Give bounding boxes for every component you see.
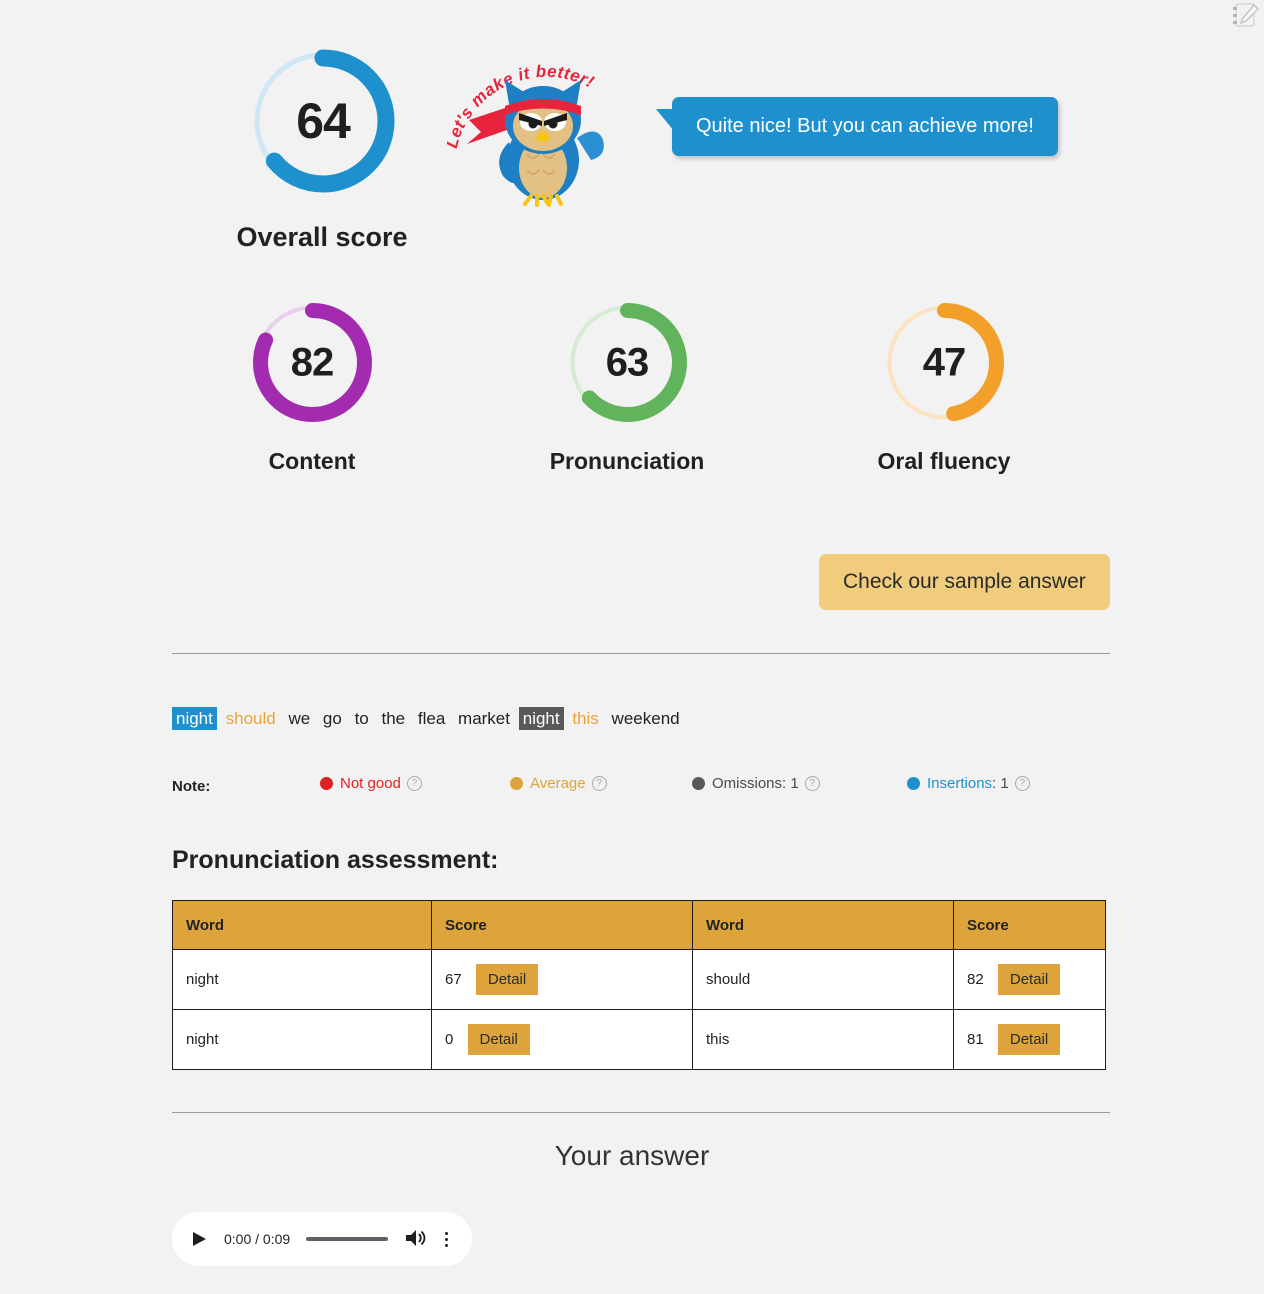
pronunciation-assessment-title: Pronunciation assessment: <box>172 846 499 874</box>
note-legend-row: Note: Not good ? Average ? Omissions : 1… <box>172 775 1112 801</box>
column-header-score-1: Score <box>431 900 693 950</box>
overall-score-value: 64 <box>296 93 351 149</box>
legend-insertions-count: 1 <box>1000 775 1009 792</box>
legend-average: Average ? <box>510 775 607 792</box>
transcript-line: night should we go to the flea market ni… <box>172 705 684 732</box>
score-value: 82 <box>967 971 984 988</box>
pronunciation-score-value: 63 <box>605 340 650 384</box>
content-score-ring: 82 <box>250 300 375 425</box>
detail-button[interactable]: Detail <box>997 1024 1061 1055</box>
cell-score: 81 Detail <box>953 1009 1106 1070</box>
transcript-token-insertion[interactable]: night <box>172 707 217 730</box>
average-help-icon[interactable]: ? <box>591 776 607 791</box>
transcript-token-good[interactable]: the <box>378 707 410 730</box>
overall-score-section: 64 Overall score Let's make it better! <box>172 40 1112 270</box>
pronunciation-score-ring: 63 <box>565 300 690 425</box>
your-answer-title: Your answer <box>554 1140 710 1171</box>
column-header-word-2: Word <box>692 900 954 950</box>
cell-word: should <box>692 949 954 1010</box>
omissions-help-icon[interactable]: ? <box>804 776 820 791</box>
check-sample-answer-button[interactable]: Check our sample answer <box>819 554 1110 610</box>
legend-insertions-label: Insertions <box>927 775 993 792</box>
detail-button[interactable]: Detail <box>467 1024 530 1055</box>
table-row: night 0 Detail this 81 Detail <box>172 1009 1106 1070</box>
detail-button[interactable]: Detail <box>475 964 539 995</box>
audio-player[interactable]: 0:00 / 0:09 <box>172 1212 472 1266</box>
transcript-token-good[interactable]: flea <box>414 707 449 730</box>
feedback-speech-bubble: Quite nice! But you can achieve more! <box>656 97 1058 156</box>
transcript-token-omission[interactable]: night <box>518 707 564 730</box>
audio-time-display: 0:00 / 0:09 <box>224 1231 291 1247</box>
column-header-word-1: Word <box>172 900 432 950</box>
omissions-dot-icon <box>692 777 705 790</box>
transcript-token-good[interactable]: we <box>284 707 314 730</box>
feedback-text: Quite nice! But you can achieve more! <box>696 115 1034 137</box>
transcript-token-good[interactable]: to <box>351 707 373 730</box>
ninja-owl-mascot-icon: Let's make it better! <box>442 50 637 210</box>
table-header-row: Word Score Word Score <box>172 900 1106 950</box>
transcript-token-good[interactable]: go <box>319 707 346 730</box>
legend-omissions-count: 1 <box>790 775 799 792</box>
detail-button[interactable]: Detail <box>997 964 1061 995</box>
legend-not-good-label: Not good <box>340 775 401 792</box>
cell-score: 0 Detail <box>431 1009 693 1070</box>
sub-score-oral-fluency: 47 Oral fluency <box>814 300 1074 475</box>
oral-fluency-score-value: 47 <box>922 340 967 384</box>
pronunciation-assessment-table: Word Score Word Score night 67 Detail sh… <box>172 900 1106 1070</box>
legend-not-good: Not good ? <box>320 775 422 792</box>
play-icon[interactable] <box>188 1228 210 1250</box>
transcript-token-good[interactable]: weekend <box>608 707 684 730</box>
cell-word: night <box>172 949 432 1010</box>
legend-average-label: Average <box>530 775 586 792</box>
transcript-token-good[interactable]: market <box>454 707 514 730</box>
pronunciation-score-label: Pronunciation <box>549 448 705 474</box>
score-value: 67 <box>445 971 462 988</box>
sub-score-content: 82 Content <box>182 300 442 475</box>
not-good-dot-icon <box>320 777 333 790</box>
score-value: 81 <box>967 1031 984 1048</box>
divider-top <box>172 653 1110 654</box>
volume-icon[interactable] <box>404 1228 426 1250</box>
oral-fluency-score-label: Oral fluency <box>877 448 1011 474</box>
column-header-score-2: Score <box>953 900 1106 950</box>
menu-dot <box>444 1237 448 1241</box>
notes-edit-icon[interactable] <box>1230 2 1260 30</box>
legend-omissions: Omissions : 1 ? <box>692 775 820 792</box>
average-dot-icon <box>510 777 523 790</box>
cell-score: 82 Detail <box>953 949 1106 1010</box>
content-score-value: 82 <box>290 340 335 384</box>
legend-omissions-label: Omissions <box>712 775 783 792</box>
note-label: Note: <box>172 778 211 795</box>
legend-insertions: Insertions : 1 ? <box>907 775 1030 792</box>
table-row: night 67 Detail should 82 Detail <box>172 949 1106 1010</box>
insertions-help-icon[interactable]: ? <box>1014 776 1030 791</box>
score-value: 0 <box>445 1031 454 1048</box>
divider-bottom <box>172 1112 1110 1113</box>
cell-word: this <box>692 1009 954 1070</box>
cell-score: 67 Detail <box>431 949 693 1010</box>
not-good-help-icon[interactable]: ? <box>406 776 422 791</box>
more-vertical-icon[interactable] <box>436 1228 456 1250</box>
overall-score-label: Overall score <box>236 222 408 252</box>
audio-progress-slider[interactable] <box>306 1237 388 1241</box>
insertions-dot-icon <box>907 777 920 790</box>
content-score-label: Content <box>268 448 356 474</box>
sub-scores-section: 82 Content 63 Pronunciation 47 Oral flue… <box>172 300 1112 500</box>
transcript-token-average[interactable]: should <box>222 707 280 730</box>
menu-dot <box>444 1231 448 1235</box>
overall-score-ring: 64 <box>248 46 398 196</box>
transcript-token-average[interactable]: this <box>568 707 602 730</box>
cell-word: night <box>172 1009 432 1070</box>
sub-score-pronunciation: 63 Pronunciation <box>497 300 757 475</box>
oral-fluency-score-ring: 47 <box>882 300 1007 425</box>
menu-dot <box>444 1243 448 1247</box>
